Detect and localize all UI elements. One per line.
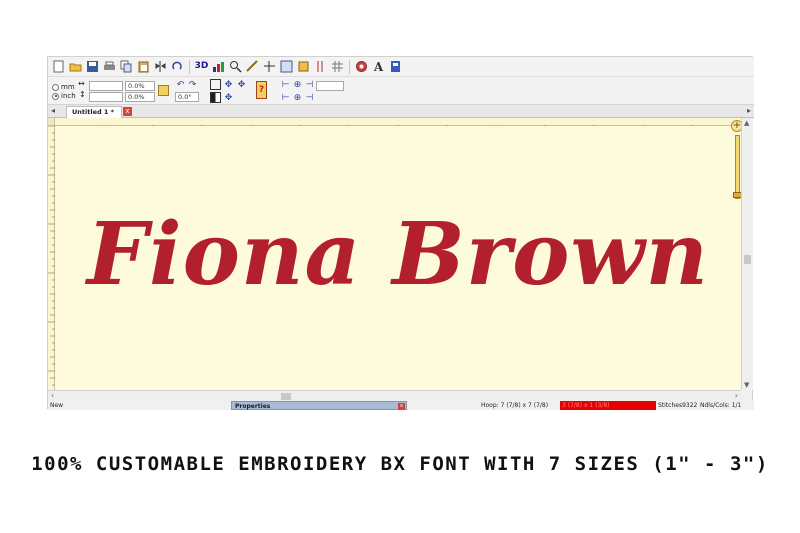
open-folder-icon[interactable] [68, 59, 83, 74]
export-icon[interactable] [388, 59, 403, 74]
embroidery-app-window: 3D A mm inch ↔ ↕ 0.0% 0.0% ↶ ↷ 0.0° ✥ ✥ … [47, 56, 754, 410]
property-toolbar: mm inch ↔ ↕ 0.0% 0.0% ↶ ↷ 0.0° ✥ ✥ ✥ ? ⊢… [48, 77, 754, 105]
toolbar-separator [189, 59, 190, 74]
vertical-ruler [48, 125, 55, 390]
document-tab-strip: ◂ Untitled 1 * x ▸ [48, 105, 754, 118]
width-arrow-icon: ↔ [78, 79, 85, 88]
width-scale-field[interactable]: 0.0% [125, 81, 155, 91]
status-design-size: 3 (7/8) x 1 (3/8) [560, 401, 656, 410]
design-canvas[interactable]: Fiona Brown [55, 126, 741, 390]
spacing-field[interactable] [316, 81, 344, 91]
ruler-corner [48, 118, 55, 126]
save-icon[interactable] [85, 59, 100, 74]
vertical-scrollbar[interactable]: ▲ ▼ [741, 118, 753, 390]
tab-close-icon[interactable]: x [123, 107, 132, 116]
promo-caption: 100% CUSTOMABLE EMBROIDERY BX FONT WITH … [31, 453, 769, 475]
help-icon[interactable]: ? [256, 81, 267, 99]
radio-dot-selected [52, 92, 59, 100]
text-tool-button[interactable]: A [371, 59, 386, 74]
status-bar: New Properties x Hoop: 7 (7/8) x 7 (7/8)… [48, 401, 754, 410]
toolbar-separator [349, 59, 350, 74]
align-left-icon[interactable]: ⊢ [280, 79, 291, 90]
horizontal-ruler [54, 118, 741, 133]
pan-hand-icon[interactable] [262, 59, 277, 74]
mirror-icon[interactable] [153, 59, 168, 74]
needle-icon[interactable] [313, 59, 328, 74]
properties-close-icon[interactable]: x [398, 403, 405, 410]
unit-inch-radio[interactable]: inch [52, 92, 76, 100]
ruler-ticks [48, 125, 55, 386]
lock-aspect-icon[interactable] [158, 85, 169, 96]
properties-panel-tab[interactable]: Properties x [231, 401, 407, 410]
main-toolbar: 3D A [48, 57, 754, 77]
status-needles: Ndls/Cols: 1/1 [700, 402, 742, 409]
redo-rotate-icon[interactable]: ↷ [187, 79, 198, 90]
scroll-right-icon[interactable]: › [735, 391, 738, 400]
embroidery-design-text[interactable]: Fiona Brown [55, 210, 741, 300]
unit-mm-label: mm [61, 83, 75, 91]
palette-icon[interactable] [354, 59, 369, 74]
paste-icon[interactable] [136, 59, 151, 74]
align-top-icon[interactable] [210, 79, 221, 90]
rotate-icon[interactable] [170, 59, 185, 74]
horizontal-scroll-thumb[interactable] [281, 393, 291, 400]
align-right-icon[interactable]: ⊣ [304, 79, 315, 90]
align-bottom-right-icon[interactable]: ⊣ [304, 92, 315, 103]
status-hoop: Hoop: 7 (7/8) x 7 (7/8) [481, 402, 549, 409]
center-h-icon[interactable]: ✥ [223, 79, 234, 90]
print-icon[interactable] [102, 59, 117, 74]
undo-rotate-icon[interactable]: ↶ [175, 79, 186, 90]
horizontal-scrollbar[interactable]: ‹ › [48, 390, 741, 401]
unit-inch-label: inch [61, 92, 76, 100]
zoom-track[interactable] [735, 135, 740, 199]
status-stitches: Stitches9322 [658, 402, 698, 409]
new-file-icon[interactable] [51, 59, 66, 74]
properties-label: Properties [235, 403, 271, 410]
vertical-scroll-thumb[interactable] [744, 255, 751, 264]
measure-icon[interactable] [245, 59, 260, 74]
height-field[interactable] [89, 92, 123, 102]
align-center-icon[interactable]: ⊕ [292, 79, 303, 90]
width-field[interactable] [89, 81, 123, 91]
copy-icon[interactable] [119, 59, 134, 74]
align-bottom-left-icon[interactable]: ⊢ [280, 92, 291, 103]
radio-dot [52, 83, 59, 91]
scroll-down-icon[interactable]: ▼ [744, 381, 749, 389]
distribute-icon[interactable]: ✥ [223, 92, 234, 103]
status-state: New [50, 402, 64, 409]
scroll-left-icon[interactable]: ‹ [51, 391, 54, 400]
align-middle-icon[interactable]: ⊕ [292, 92, 303, 103]
color-chart-icon[interactable] [211, 59, 226, 74]
center-v-icon[interactable]: ✥ [236, 79, 247, 90]
scroll-up-icon[interactable]: ▲ [744, 119, 749, 127]
rotation-field[interactable]: 0.0° [175, 92, 199, 102]
height-scale-field[interactable]: 0.0% [125, 92, 155, 102]
grid-icon[interactable] [330, 59, 345, 74]
fill-toggle-icon[interactable] [210, 92, 221, 103]
hoop-icon[interactable] [296, 59, 311, 74]
height-arrow-icon: ↕ [79, 90, 86, 99]
select-tool-icon[interactable] [279, 59, 294, 74]
tab-untitled-1[interactable]: Untitled 1 * [66, 106, 122, 118]
3d-view-button[interactable]: 3D [194, 59, 209, 74]
tab-scroll-left-icon[interactable]: ◂ [51, 106, 55, 115]
zoom-icon[interactable] [228, 59, 243, 74]
tab-scroll-right-icon[interactable]: ▸ [747, 106, 751, 115]
unit-mm-radio[interactable]: mm [52, 83, 75, 91]
